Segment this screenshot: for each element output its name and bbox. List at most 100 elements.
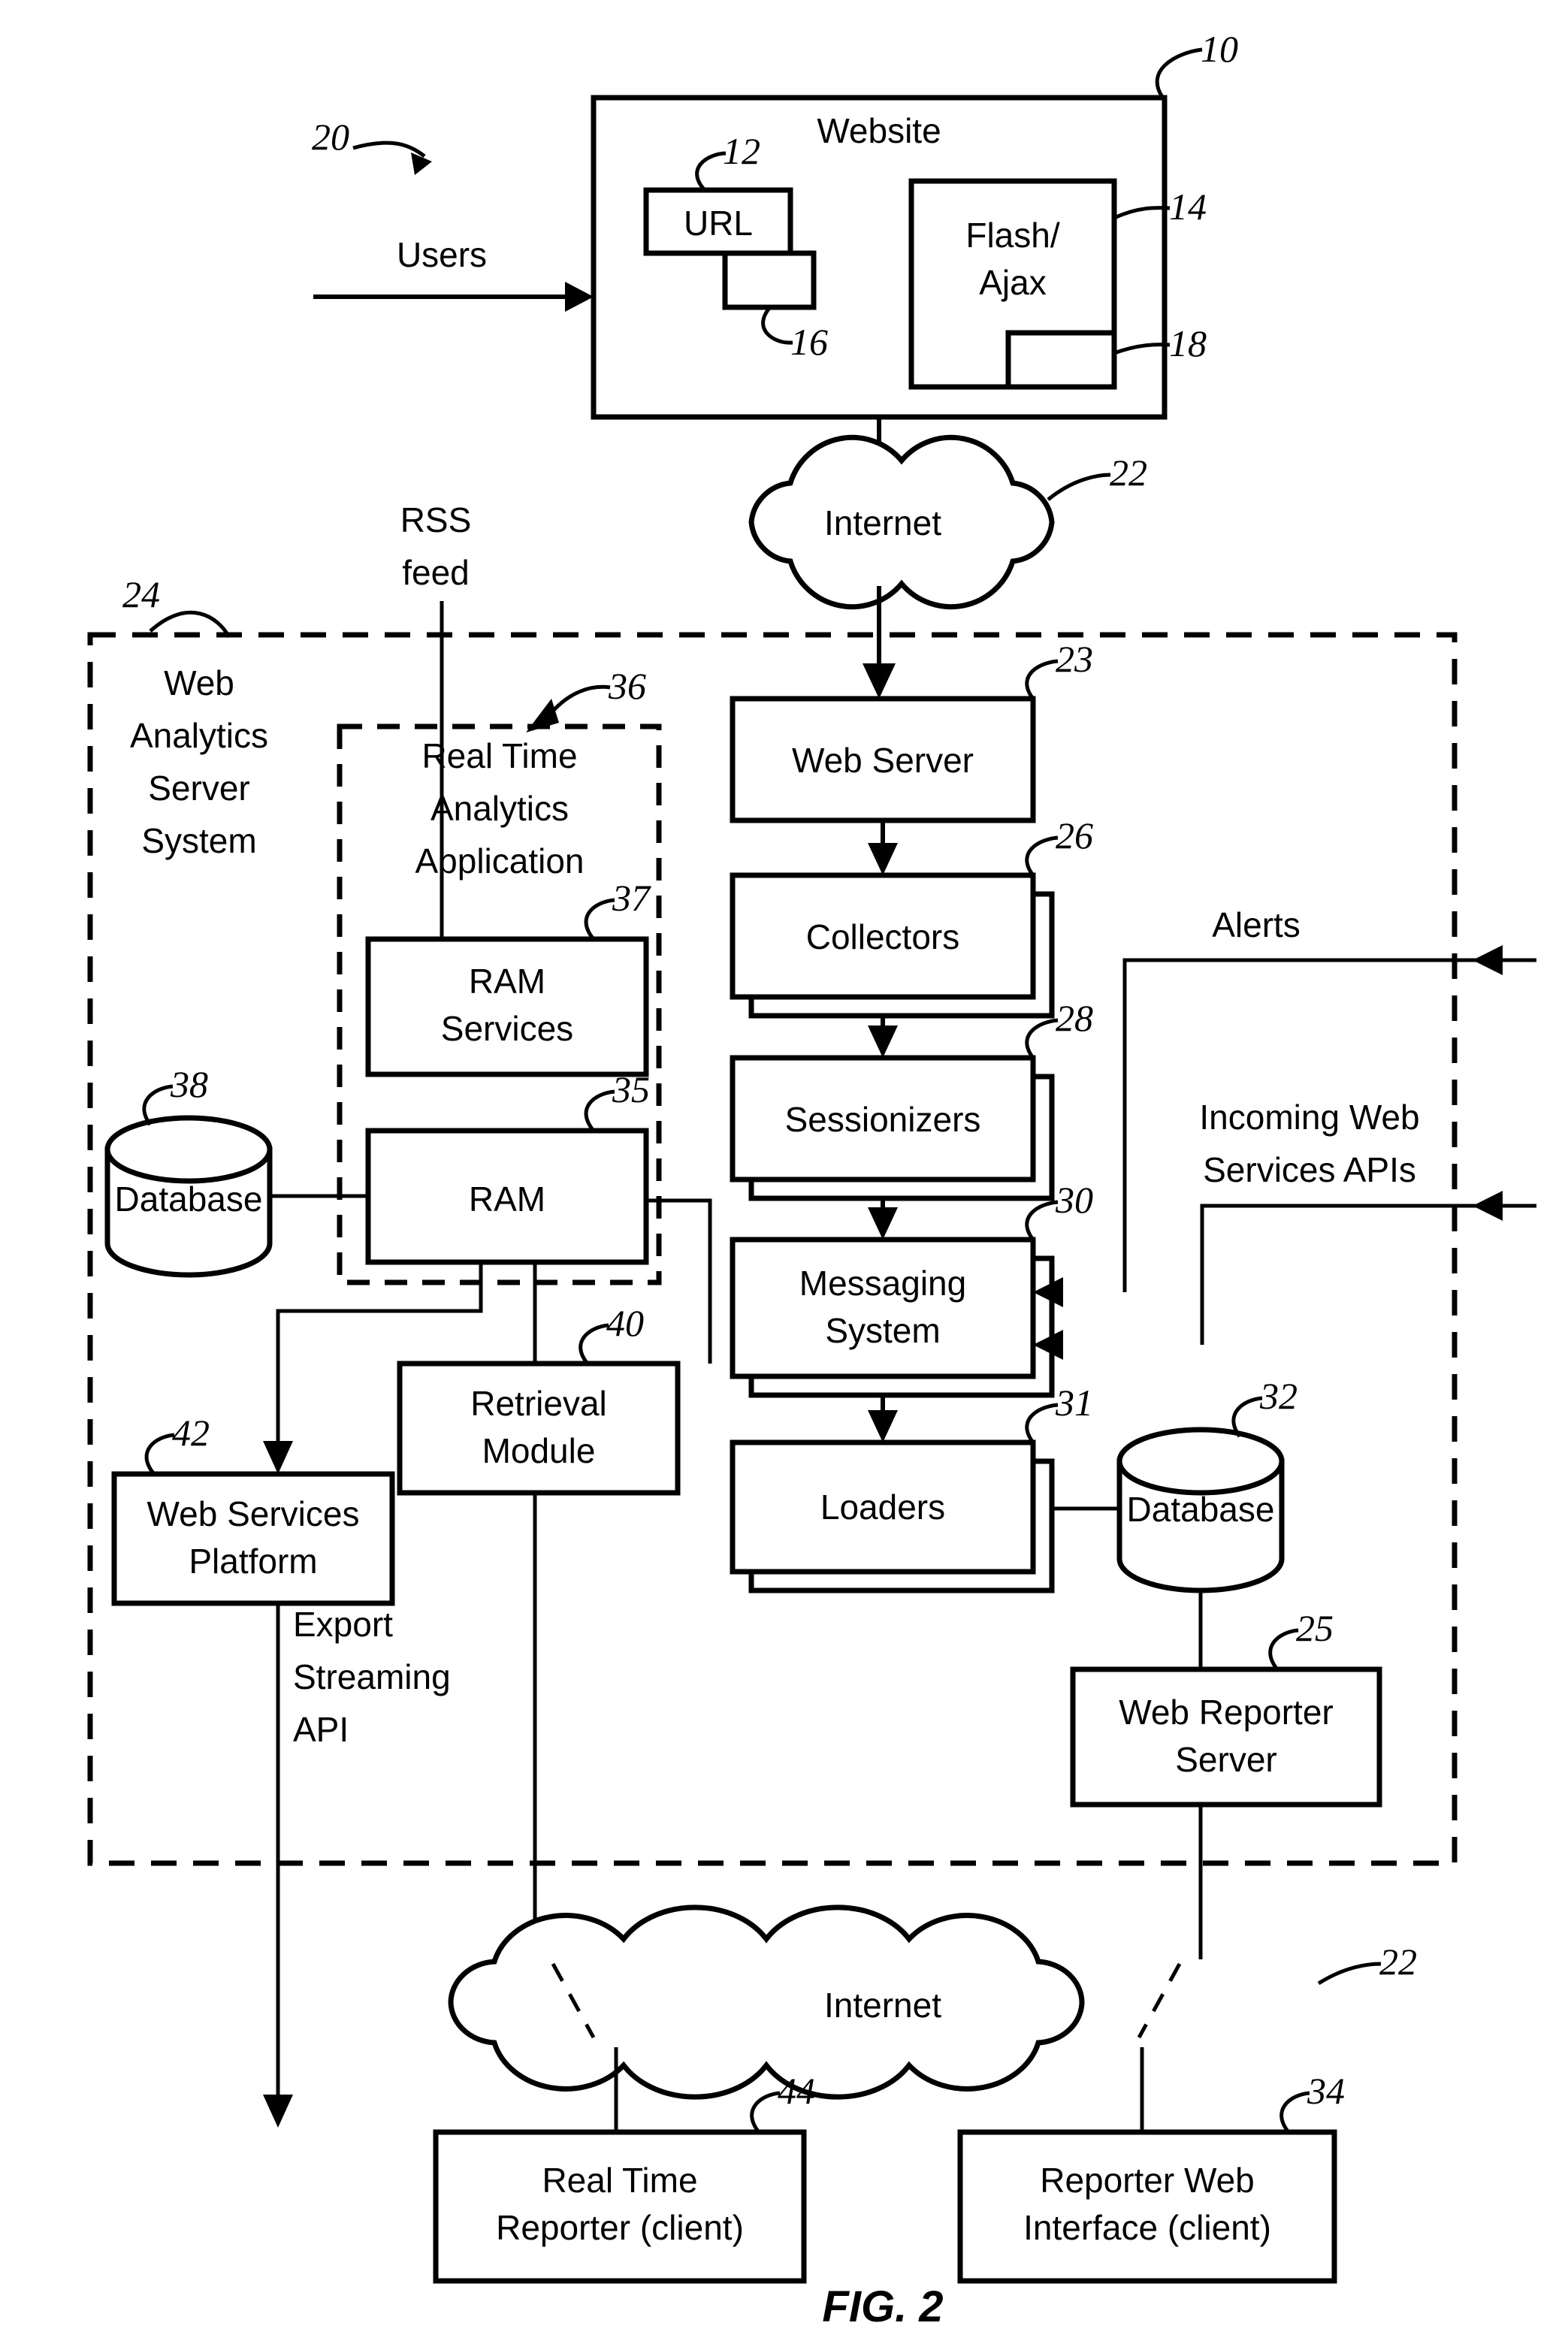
sessionizers-to-messaging-arrowhead: [868, 1207, 898, 1240]
retrieval-label-line2: Module: [482, 1431, 596, 1470]
incoming-ws-label-line2: Services APIs: [1203, 1150, 1416, 1189]
leader-10: [1155, 47, 1203, 101]
website-label: Website: [817, 111, 941, 150]
ref-34: 34: [1307, 2070, 1345, 2112]
users-arrow-head: [565, 282, 594, 312]
ref-42: 42: [172, 1412, 210, 1454]
sessionizers-label: Sessionizers: [785, 1100, 981, 1139]
leader-40: [579, 1323, 609, 1365]
flash-inner-box: [1005, 330, 1117, 390]
was-label-line2: Analytics: [130, 716, 268, 755]
ref-24: 24: [122, 573, 160, 615]
collectors-to-sessionizers-arrowhead: [868, 1025, 898, 1058]
leader-37: [584, 898, 615, 941]
was-label-line1: Web: [164, 663, 234, 702]
leader-34: [1279, 2091, 1310, 2134]
retrieval-label-line1: Retrieval: [470, 1384, 607, 1423]
messaging-system-box: [730, 1237, 1036, 1379]
rt-reporter-label-line2: Reporter (client): [496, 2208, 744, 2247]
retrieval-module-box: [397, 1361, 681, 1496]
patent-figure-page: Website 10 URL 12 16 Flash/ Ajax 14 18 2…: [0, 0, 1568, 2350]
cloud-fold-right: [1137, 1962, 1182, 2039]
export-api-label-line3: API: [293, 1710, 349, 1749]
ram-services-box: [365, 936, 649, 1077]
incoming-ws-line: [1200, 1204, 1536, 1345]
leader-22-top: [1047, 473, 1111, 501]
figure-caption: FIG. 2: [822, 2282, 943, 2331]
collectors-label: Collectors: [806, 917, 960, 956]
leader-26: [1025, 835, 1059, 877]
web-reporter-server-box: [1070, 1666, 1382, 1808]
leader-31: [1025, 1403, 1059, 1444]
wsp-label-line1: Web Services: [147, 1494, 360, 1533]
web-reporter-label-line2: Server: [1175, 1740, 1276, 1779]
incoming-ws-label-line1: Incoming Web: [1199, 1098, 1419, 1137]
ref-25: 25: [1296, 1607, 1334, 1649]
users-label: Users: [397, 235, 487, 274]
leader-35: [584, 1089, 615, 1132]
ref-14: 14: [1169, 186, 1207, 228]
web-services-platform-box: [111, 1471, 395, 1606]
figure-2-diagram: Website 10 URL 12 16 Flash/ Ajax 14 18 2…: [87, 28, 1536, 2331]
wsp-label-line2: Platform: [189, 1542, 317, 1581]
ref-31: 31: [1055, 1382, 1093, 1424]
page-box: [722, 250, 817, 310]
leader-32: [1231, 1396, 1263, 1438]
ram-services-label-line2: Services: [441, 1009, 573, 1048]
flash-ajax-label-line2: Ajax: [979, 263, 1046, 302]
was-label-line4: System: [141, 821, 256, 860]
leader-30: [1025, 1200, 1059, 1241]
leader-42: [144, 1433, 175, 1476]
leader-36-arrowhead: [526, 699, 559, 732]
ref-28: 28: [1056, 997, 1093, 1039]
ref-38: 38: [170, 1063, 208, 1105]
web-reporter-label-line1: Web Reporter: [1119, 1693, 1334, 1732]
reporter-web-label-line2: Interface (client): [1023, 2208, 1271, 2247]
rt-reporter-label-line1: Real Time: [542, 2161, 697, 2200]
ref-30: 30: [1055, 1179, 1093, 1221]
leader-44: [750, 2091, 781, 2134]
webserver-to-collectors-arrowhead: [868, 843, 898, 875]
alerts-arrowhead-right: [1473, 945, 1503, 975]
internet-top-label: Internet: [824, 503, 941, 542]
ref-23: 23: [1056, 638, 1093, 680]
export-streaming-api-arrowhead: [263, 2095, 293, 2128]
rss-feed-label-line2: feed: [402, 553, 470, 592]
ref-22-bottom: 22: [1379, 1941, 1417, 1983]
messaging-label-line2: System: [825, 1311, 940, 1350]
reporter-web-label-line1: Reporter Web: [1040, 2161, 1255, 2200]
rss-feed-label-line1: RSS: [400, 500, 472, 539]
ref-37: 37: [612, 877, 651, 919]
real-time-reporter-box: [433, 2129, 807, 2284]
ref-16: 16: [790, 321, 828, 363]
incoming-ws-arrowhead-right: [1473, 1191, 1503, 1221]
ref-26: 26: [1056, 814, 1093, 856]
leader-25: [1268, 1628, 1299, 1671]
ref-12: 12: [723, 130, 760, 172]
ref-36: 36: [608, 665, 646, 707]
messaging-label-line1: Messaging: [799, 1264, 966, 1303]
web-server-label: Web Server: [792, 741, 974, 780]
export-api-label-line1: Export: [293, 1605, 393, 1644]
leader-22-bottom: [1317, 1962, 1382, 1986]
messaging-to-loaders-arrowhead: [868, 1410, 898, 1442]
internet-cloud-bottom: [448, 1904, 1085, 2100]
ref-10: 10: [1201, 28, 1238, 70]
leader-28: [1025, 1018, 1059, 1059]
database-left-label: Database: [115, 1180, 263, 1219]
internet-to-webserver-arrowhead: [863, 663, 896, 699]
url-label: URL: [684, 204, 753, 243]
loaders-label: Loaders: [820, 1488, 945, 1527]
ref-22-top: 22: [1110, 452, 1147, 494]
ref-40: 40: [606, 1302, 644, 1344]
internet-bottom-label: Internet: [824, 1986, 941, 2025]
ref-18: 18: [1169, 322, 1207, 364]
leader-23: [1025, 659, 1059, 700]
rta-label-line2: Analytics: [431, 789, 569, 828]
ram-services-label-line1: RAM: [469, 962, 545, 1001]
ref-35: 35: [612, 1068, 650, 1110]
ref-32: 32: [1259, 1375, 1298, 1417]
ref-44: 44: [778, 2070, 815, 2112]
database-right-label: Database: [1127, 1490, 1275, 1529]
ram-label: RAM: [469, 1180, 545, 1219]
